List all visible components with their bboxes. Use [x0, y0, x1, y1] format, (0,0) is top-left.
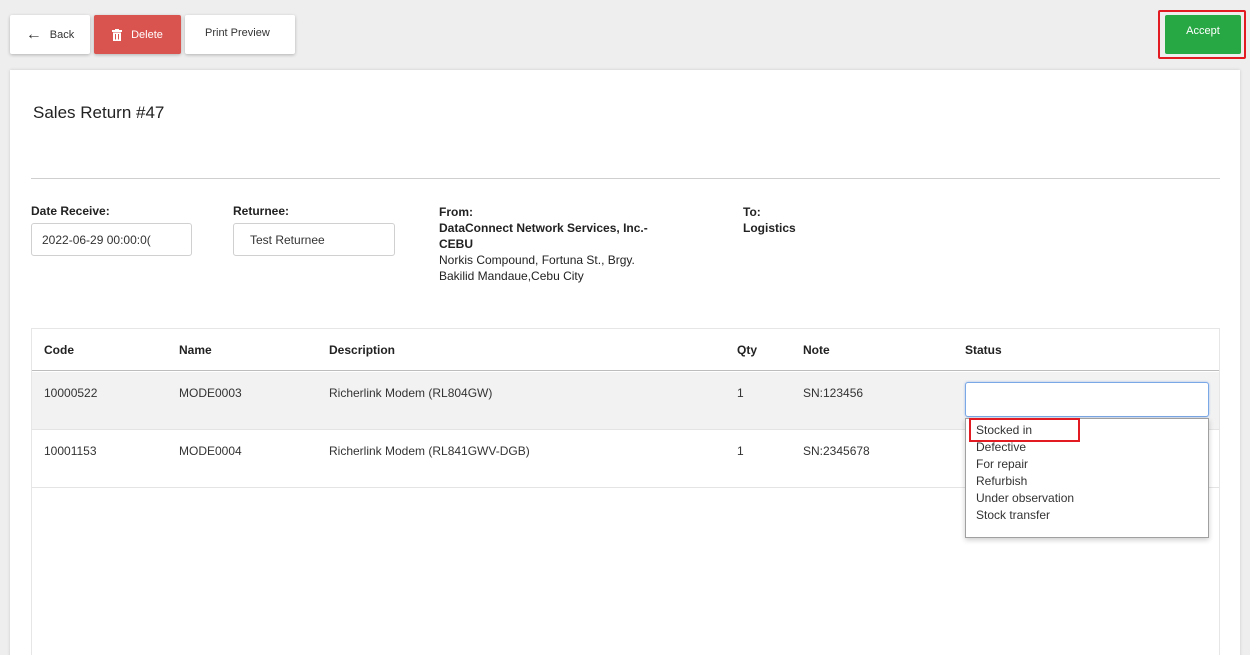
items-table: Code Name Description Qty Note Status 10…	[31, 328, 1220, 655]
from-address-line1: Norkis Compound, Fortuna St., Brgy.	[439, 253, 635, 267]
to-label: To:	[743, 205, 761, 219]
status-option-label: Under observation	[976, 491, 1075, 505]
trash-icon	[112, 28, 123, 41]
status-option-label: Stock transfer	[976, 508, 1051, 522]
cell-description: Richerlink Modem (RL841GWV-DGB)	[329, 444, 530, 458]
print-preview-button[interactable]: Print Preview	[185, 15, 295, 54]
status-option-refurbish[interactable]: Refurbish	[976, 473, 1027, 489]
status-option-under-observation[interactable]: Under observation	[976, 490, 1074, 506]
back-button[interactable]: ← Back	[10, 15, 90, 54]
from-address: From: DataConnect Network Services, Inc.…	[439, 204, 699, 284]
returnee-field[interactable]: Test Returnee	[233, 223, 395, 256]
returnee-label: Returnee:	[233, 204, 290, 218]
from-address-line2: Bakilid Mandaue,Cebu City	[439, 269, 584, 283]
to-value: Logistics	[743, 221, 796, 235]
cell-note: SN:123456	[803, 386, 864, 400]
cell-name: MODE0004	[179, 444, 242, 458]
status-select-input[interactable]	[965, 382, 1209, 417]
cell-qty: 1	[737, 386, 744, 400]
cell-note: SN:2345678	[803, 444, 870, 458]
arrow-left-icon: ←	[25, 25, 42, 43]
date-receive-field[interactable]: 2022-06-29 00:00:0(	[31, 223, 192, 256]
delete-button-label: Delete	[131, 28, 163, 41]
sales-return-panel: Sales Return #47 Date Receive: 2022-06-2…	[10, 70, 1240, 655]
back-button-label: Back	[49, 28, 75, 41]
status-option-label: Defective	[976, 440, 1027, 454]
cell-name: MODE0003	[179, 386, 242, 400]
header-name: Name	[179, 343, 212, 357]
header-code: Code	[44, 343, 74, 357]
page-title: Sales Return #47	[33, 103, 165, 122]
accept-button-label: Accept	[1186, 25, 1220, 37]
accept-button[interactable]: Accept	[1165, 15, 1241, 54]
top-toolbar: ← Back Delete Print Preview Accept	[0, 0, 1250, 70]
table-header: Code Name Description Qty Note Status	[32, 329, 1219, 371]
header-note: Note	[803, 343, 830, 357]
cell-code: 10000522	[44, 386, 98, 400]
cell-code: 10001153	[44, 444, 97, 458]
header-status: Status	[965, 343, 1002, 357]
header-description: Description	[329, 343, 396, 357]
from-label: From:	[439, 205, 473, 219]
from-company-branch: CEBU	[439, 237, 474, 251]
status-dropdown-list: Stocked in Defective For repair Refurbis…	[965, 418, 1209, 538]
print-preview-label: Print Preview	[205, 27, 270, 39]
title-divider	[31, 178, 1220, 179]
cell-description: Richerlink Modem (RL804GW)	[329, 386, 493, 400]
status-option-label: Refurbish	[976, 474, 1028, 488]
status-option-for-repair[interactable]: For repair	[976, 456, 1028, 472]
header-qty: Qty	[737, 343, 758, 357]
status-option-stock-transfer[interactable]: Stock transfer	[976, 507, 1050, 523]
to-address: To: Logistics	[743, 204, 796, 236]
from-company-name: DataConnect Network Services, Inc.-	[439, 221, 648, 235]
delete-button[interactable]: Delete	[94, 15, 181, 54]
date-receive-label: Date Receive:	[31, 204, 110, 218]
status-option-defective[interactable]: Defective	[976, 439, 1026, 455]
status-option-label: For repair	[976, 457, 1029, 471]
cell-qty: 1	[737, 444, 744, 458]
